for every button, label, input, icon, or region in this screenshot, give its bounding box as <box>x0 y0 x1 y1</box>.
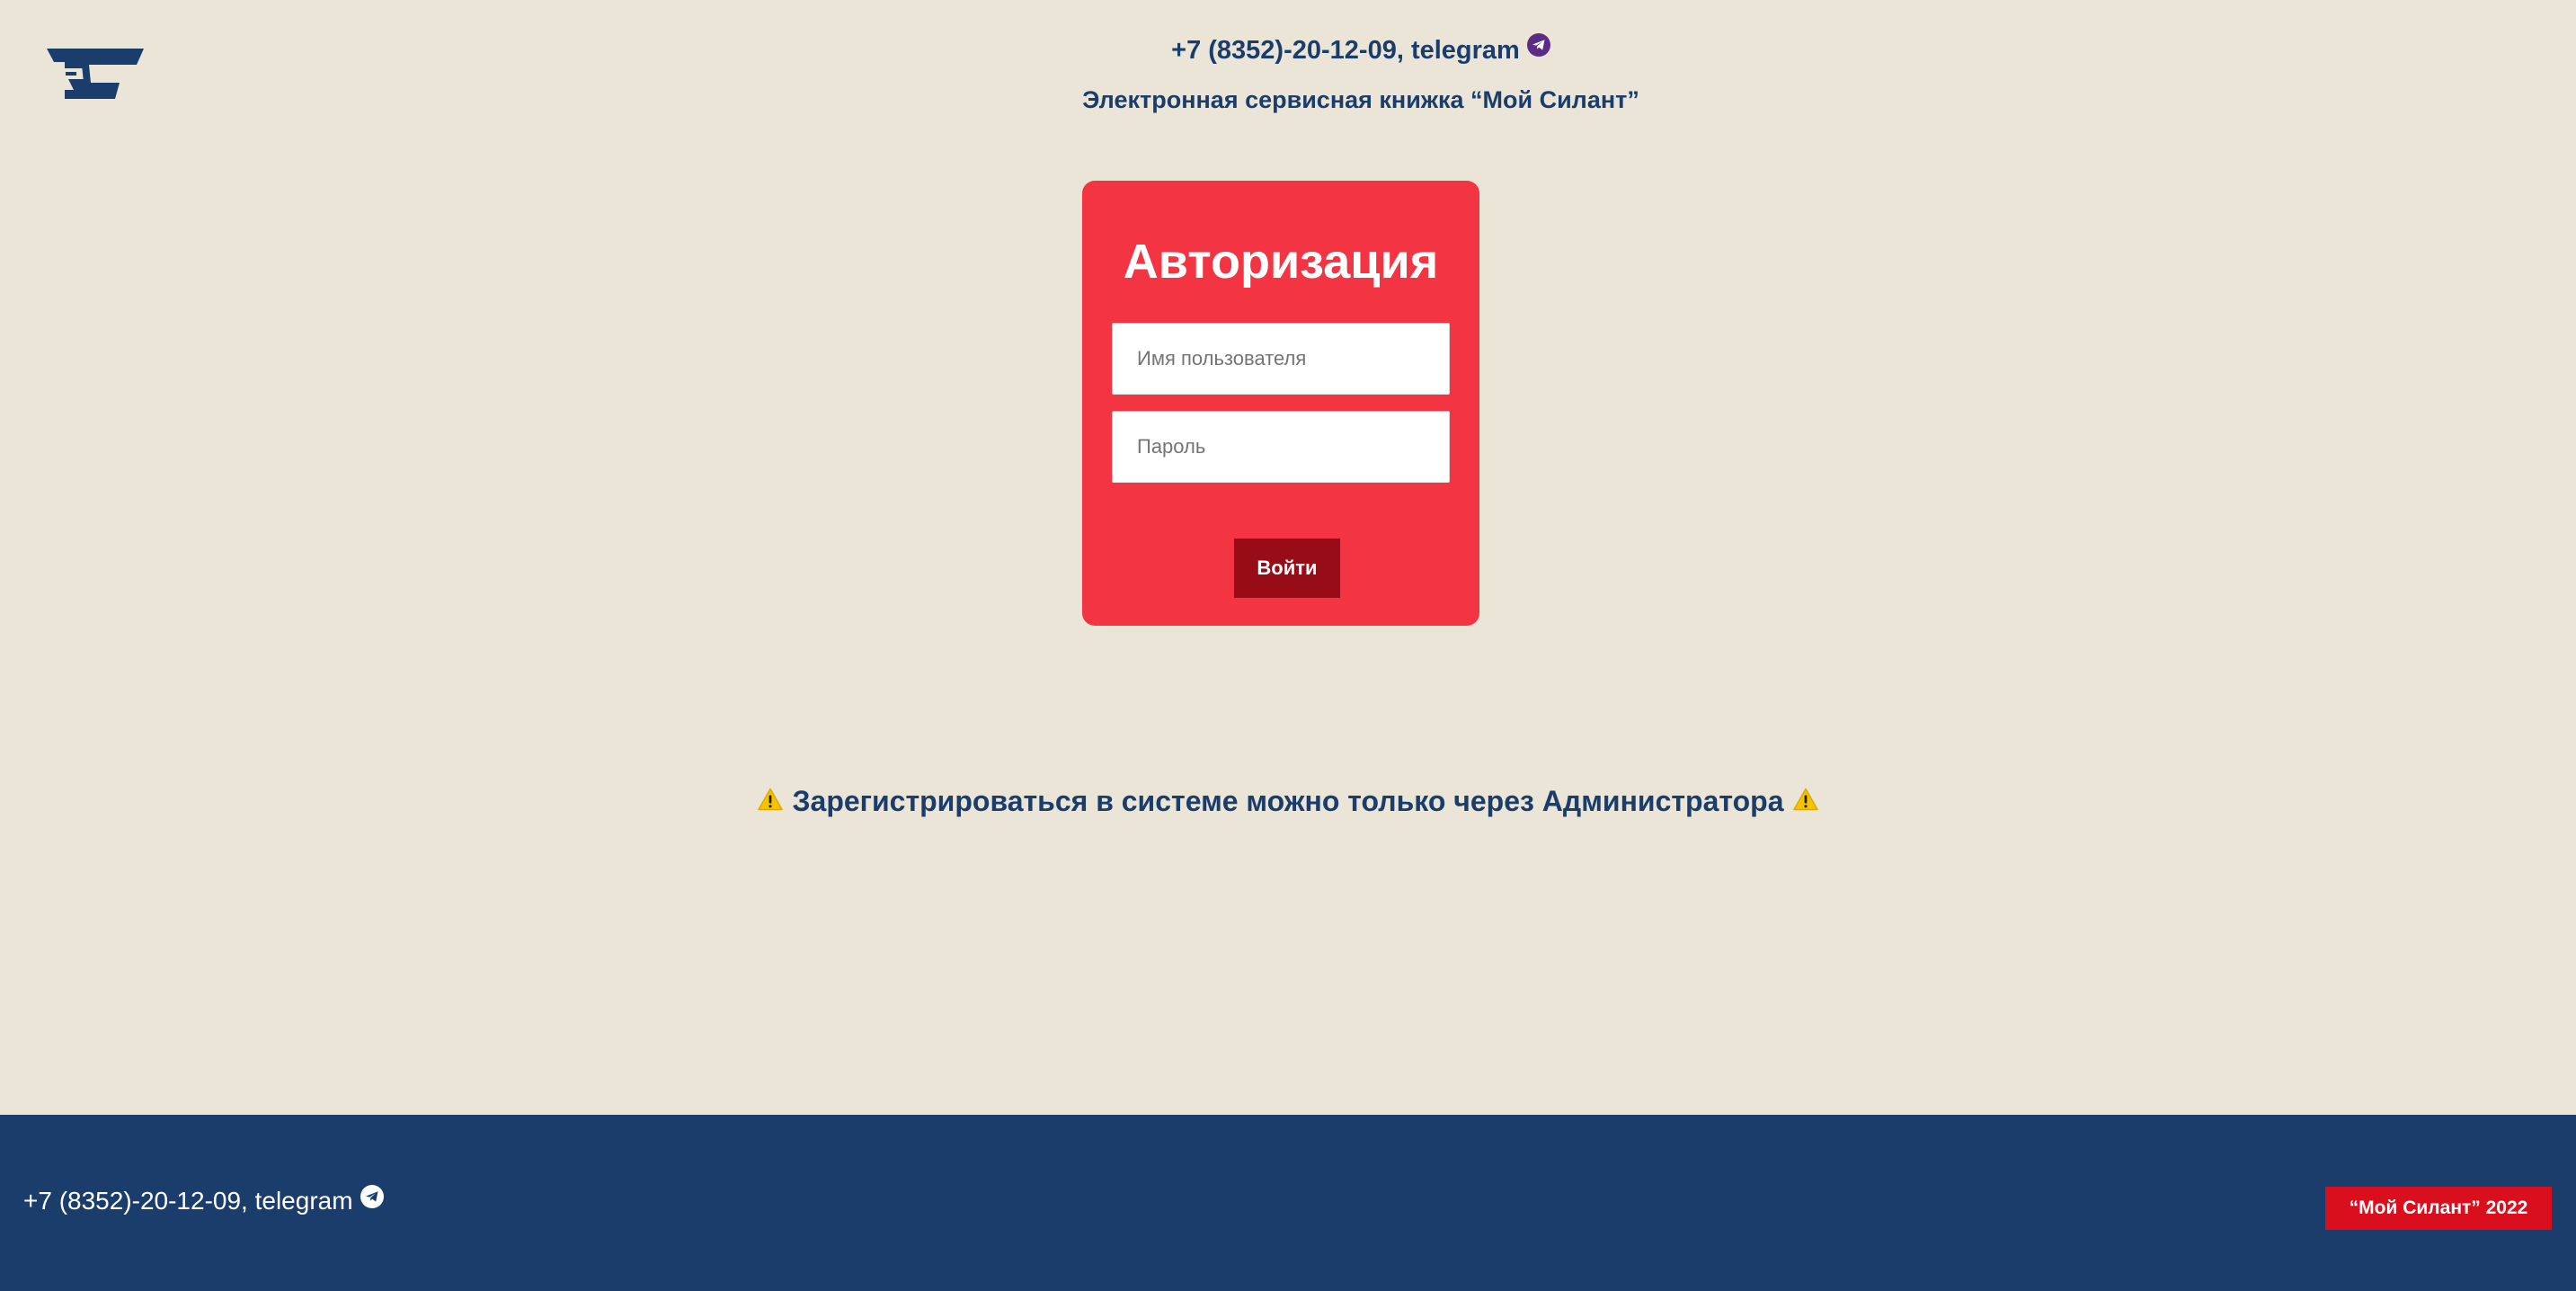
telegram-icon[interactable] <box>360 1184 384 1216</box>
warning-icon <box>758 783 784 819</box>
telegram-icon[interactable] <box>1526 32 1550 65</box>
login-title: Авторизация <box>1123 235 1439 289</box>
warning-icon <box>1792 783 1818 819</box>
password-input[interactable] <box>1112 411 1450 483</box>
login-button[interactable]: Войти <box>1234 539 1340 598</box>
notice-text: Зарегистрироваться в системе можно тольк… <box>792 785 1784 817</box>
copyright-badge: “Мой Силант” 2022 <box>2325 1187 2552 1230</box>
username-input[interactable] <box>1112 323 1450 395</box>
footer: +7 (8352)-20-12-09, telegram “Мой Силант… <box>0 1115 2576 1291</box>
footer-contact: +7 (8352)-20-12-09, telegram <box>23 1184 384 1219</box>
page-subtitle: Электронная сервисная книжка “Мой Силант… <box>1082 86 1639 113</box>
header-contact: +7 (8352)-20-12-09, telegram <box>0 32 2576 67</box>
login-form-card: Авторизация Войти <box>1082 181 1479 626</box>
registration-notice: Зарегистрироваться в системе можно тольк… <box>0 783 2576 822</box>
header-phone-text[interactable]: +7 (8352)-20-12-09, telegram <box>1171 36 1520 65</box>
footer-phone-text[interactable]: +7 (8352)-20-12-09, telegram <box>23 1187 353 1215</box>
